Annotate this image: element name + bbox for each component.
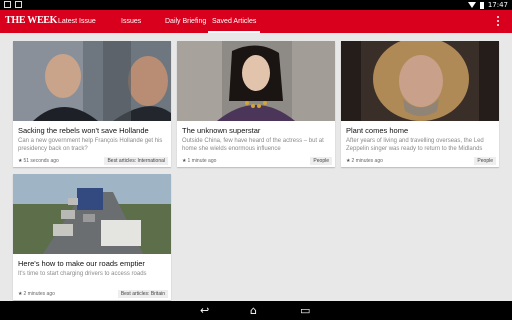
battery-icon	[479, 1, 484, 9]
article-timestamp: ★1 minute ago	[182, 158, 217, 164]
article-category-tag[interactable]: Best articles: Britain	[117, 290, 168, 298]
article-timestamp: ★2 minutes ago	[346, 158, 383, 164]
tab-daily-briefing[interactable]: Daily Briefing	[165, 10, 206, 33]
recent-apps-icon[interactable]: ▭	[300, 305, 310, 316]
tab-saved-articles[interactable]: Saved Articles	[208, 10, 261, 33]
article-image	[177, 41, 335, 121]
article-category-tag[interactable]: People	[310, 157, 332, 165]
article-image	[13, 174, 171, 254]
app-bar: THE WEEK Latest Issue Issues Daily Brief…	[0, 10, 512, 33]
article-image	[341, 41, 499, 121]
article-timestamp: ★2 minutes ago	[18, 291, 55, 297]
article-title: Here's how to make our roads emptier	[18, 259, 145, 268]
article-card[interactable]: Sacking the rebels won't save Hollande C…	[13, 41, 171, 167]
article-category-tag[interactable]: Best articles: International	[104, 157, 168, 165]
tab-latest-issue[interactable]: Latest Issue	[58, 10, 96, 33]
status-time: 17:47	[487, 1, 508, 9]
tab-issues[interactable]: Issues	[121, 10, 141, 33]
article-summary: Outside China, few have heard of the act…	[182, 138, 324, 152]
star-icon: ★	[18, 291, 23, 297]
article-summary: It's time to start charging drivers to a…	[18, 271, 147, 277]
overflow-menu-icon[interactable]	[497, 16, 500, 26]
home-icon[interactable]: ⌂	[250, 305, 257, 316]
star-icon: ★	[182, 158, 187, 164]
article-timestamp: ★51 seconds ago	[18, 158, 59, 164]
status-bar: 17:47	[0, 0, 512, 10]
article-title: Plant comes home	[346, 126, 409, 135]
article-summary: Can a new government help François Holla…	[18, 138, 163, 152]
article-card[interactable]: The unknown superstar Outside China, few…	[177, 41, 335, 167]
system-nav-bar: ↩ ⌂ ▭	[0, 301, 512, 320]
article-title: Sacking the rebels won't save Hollande	[18, 126, 149, 135]
article-card[interactable]: Here's how to make our roads emptier It'…	[13, 174, 171, 300]
article-image	[13, 41, 171, 121]
app-logo: THE WEEK	[5, 15, 58, 26]
article-summary: After years of living and travelling ove…	[346, 138, 484, 152]
wifi-icon	[467, 2, 476, 8]
article-title: The unknown superstar	[182, 126, 261, 135]
back-icon[interactable]: ↩	[200, 305, 209, 316]
gallery-notification-icon	[4, 1, 11, 8]
star-icon: ★	[18, 158, 23, 164]
star-icon: ★	[346, 158, 351, 164]
download-notification-icon	[15, 1, 22, 8]
article-category-tag[interactable]: People	[474, 157, 496, 165]
article-card[interactable]: Plant comes home After years of living a…	[341, 41, 499, 167]
